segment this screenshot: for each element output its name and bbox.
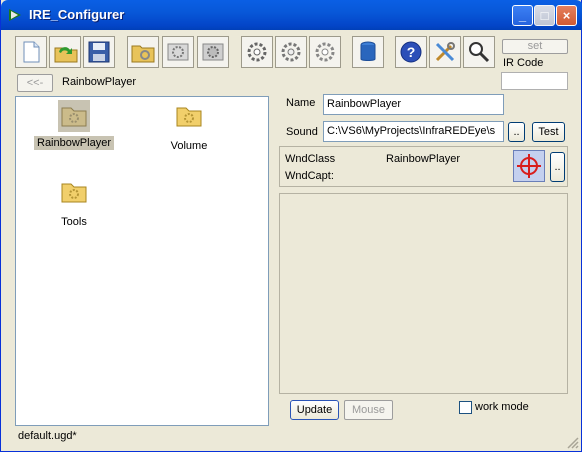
test-button[interactable]: Test [532, 122, 565, 142]
tools-icon [435, 42, 455, 62]
window-title: IRE_Configurer [29, 7, 125, 22]
help-button[interactable]: ? [395, 36, 427, 68]
database-button[interactable] [352, 36, 384, 68]
folder-item-volume[interactable]: Volume [149, 100, 229, 153]
magnifier-icon [469, 42, 490, 63]
mouse-button[interactable]: Mouse [344, 400, 393, 420]
folder-item-rainbowplayer[interactable]: RainbowPlayer [34, 100, 114, 150]
back-button[interactable]: <<- [17, 74, 53, 92]
gear-outline-button[interactable] [309, 36, 341, 68]
gear-grey-icon [202, 43, 224, 61]
window-more-button[interactable]: .. [550, 152, 565, 182]
new-button[interactable] [15, 36, 47, 68]
work-mode-label: work mode [475, 401, 529, 413]
folder-label: Tools [61, 216, 87, 228]
minimize-button[interactable]: _ [512, 5, 533, 26]
set-button[interactable]: set [502, 39, 568, 54]
work-mode-checkbox[interactable] [459, 401, 472, 414]
help-icon: ? [400, 41, 422, 63]
current-path: RainbowPlayer [62, 76, 136, 88]
sound-browse-button[interactable]: .. [508, 122, 525, 142]
open-refresh-icon [54, 47, 78, 63]
sound-label: Sound [286, 126, 318, 138]
name-label: Name [286, 97, 316, 109]
close-icon: × [562, 8, 571, 23]
gear-medium-button[interactable] [275, 36, 307, 68]
gear-outline-icon [315, 42, 335, 62]
app-icon [9, 9, 21, 21]
crosshair-icon [517, 154, 541, 178]
title-bar[interactable]: IRE_Configurer _ □ × [1, 0, 582, 30]
save-button[interactable] [83, 36, 115, 68]
folder-view[interactable]: RainbowPlayer Volume Tools [15, 96, 269, 426]
update-button[interactable]: Update [290, 400, 339, 420]
window-finder-button[interactable] [513, 150, 545, 182]
gear-large-button[interactable] [241, 36, 273, 68]
folder-label: Volume [170, 140, 208, 152]
gear-frame-button[interactable] [162, 36, 194, 68]
wndcapt-label: WndCapt: [285, 170, 334, 182]
gear-frame-icon [167, 43, 189, 61]
window-info-panel: WndClass RainbowPlayer WndCapt: .. [279, 146, 568, 187]
ir-code-label: IR Code [503, 57, 544, 69]
resize-grip-icon[interactable] [567, 437, 579, 449]
find-button[interactable] [463, 36, 495, 68]
details-panel [279, 193, 568, 394]
app-window: IRE_Configurer _ □ × ? set IR Code <<- R… [0, 0, 582, 452]
gear-grey-button[interactable] [197, 36, 229, 68]
tools-button[interactable] [429, 36, 461, 68]
new-file-icon [23, 41, 40, 63]
save-disk-icon [88, 41, 110, 63]
close-button[interactable]: × [556, 5, 577, 26]
folder-label: RainbowPlayer [34, 136, 114, 150]
maximize-icon: □ [540, 8, 549, 23]
gear-medium-icon [281, 42, 301, 62]
maximize-button[interactable]: □ [534, 5, 555, 26]
folder-icon [176, 107, 202, 127]
status-filename: default.ugd* [18, 430, 77, 442]
name-field[interactable]: RainbowPlayer [323, 94, 504, 115]
open-button[interactable] [49, 36, 81, 68]
cylinder-icon [360, 41, 376, 61]
minimize-icon: _ [518, 8, 527, 23]
gear-large-icon [247, 42, 267, 62]
wndclass-label: WndClass [285, 153, 336, 165]
ir-code-field[interactable] [501, 72, 568, 90]
wndclass-value: RainbowPlayer [386, 153, 460, 165]
svg-text:?: ? [407, 44, 416, 60]
folder-icon [61, 183, 87, 203]
folder-item-tools[interactable]: Tools [34, 176, 114, 229]
folder-gear-icon [131, 45, 155, 63]
folder-button[interactable] [127, 36, 159, 68]
folder-icon [61, 107, 87, 127]
sound-field[interactable]: C:\VS6\MyProjects\InfraREDEye\s [323, 121, 504, 142]
